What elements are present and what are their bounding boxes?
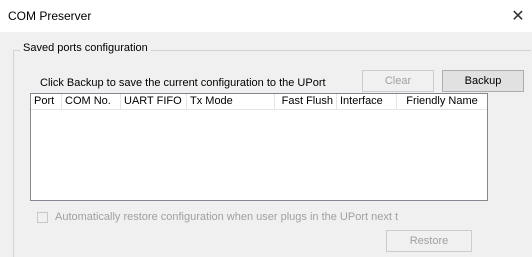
clear-button[interactable]: Clear (362, 70, 434, 92)
column-header-port[interactable]: Port (31, 94, 62, 109)
saved-ports-list[interactable]: Port COM No. UART FIFO Tx Mode Fast Flus… (30, 93, 488, 201)
list-header: Port COM No. UART FIFO Tx Mode Fast Flus… (31, 94, 487, 110)
column-header-uart-fifo[interactable]: UART FIFO (121, 94, 187, 109)
column-header-tx-mode[interactable]: Tx Mode (187, 94, 275, 109)
column-header-interface[interactable]: Interface (337, 94, 397, 109)
column-header-com-no[interactable]: COM No. (62, 94, 121, 109)
auto-restore-label: Automatically restore configuration when… (55, 211, 399, 223)
column-header-friendly-name[interactable]: Friendly Name (397, 94, 487, 109)
auto-restore-checkbox[interactable] (37, 211, 48, 223)
groupbox-legend: Saved ports configuration (20, 42, 151, 54)
backup-button[interactable]: Backup (442, 70, 524, 92)
close-icon[interactable]: ✕ (504, 0, 532, 32)
title-bar: COM Preserver ✕ (0, 0, 532, 32)
restore-button[interactable]: Restore (386, 230, 472, 252)
com-preserver-window: COM Preserver ✕ Saved ports configuratio… (0, 0, 532, 257)
backup-hint-text: Click Backup to save the current configu… (40, 77, 326, 89)
window-title: COM Preserver (8, 9, 92, 23)
auto-restore-row: Automatically restore configuration when… (37, 211, 398, 223)
column-header-fast-flush[interactable]: Fast Flush (275, 94, 337, 109)
